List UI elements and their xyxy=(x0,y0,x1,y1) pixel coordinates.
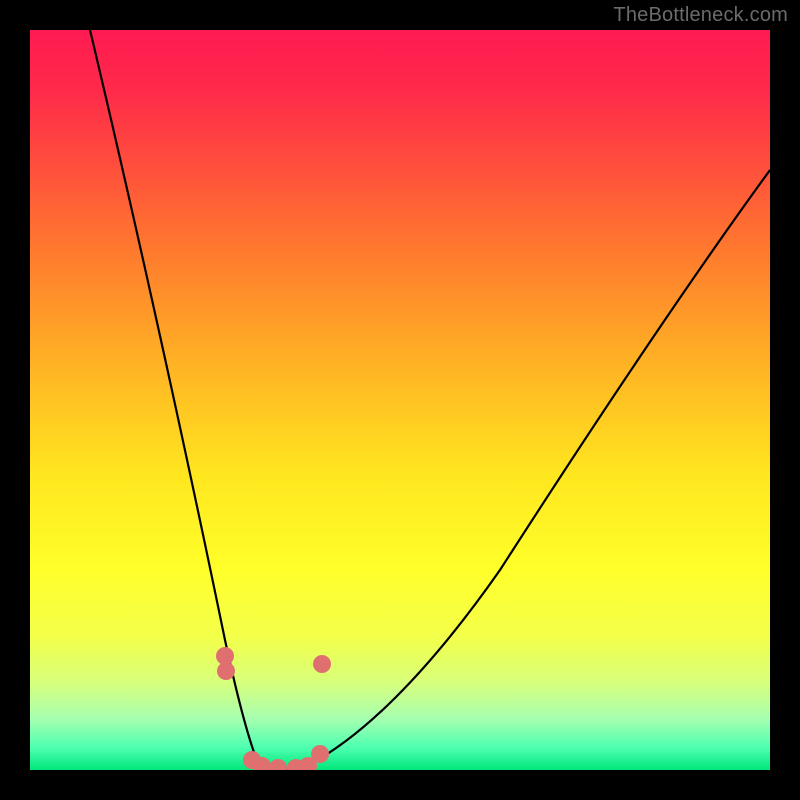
chart-frame: TheBottleneck.com xyxy=(0,0,800,800)
marker-dot xyxy=(269,759,287,770)
marker-dot xyxy=(311,745,329,763)
marker-cluster xyxy=(216,647,331,770)
curves-svg xyxy=(30,30,770,770)
marker-dot xyxy=(313,655,331,673)
left-curve xyxy=(90,30,260,768)
marker-dot xyxy=(217,662,235,680)
right-curve xyxy=(298,170,770,770)
plot-area xyxy=(30,30,770,770)
watermark-text: TheBottleneck.com xyxy=(613,4,788,27)
